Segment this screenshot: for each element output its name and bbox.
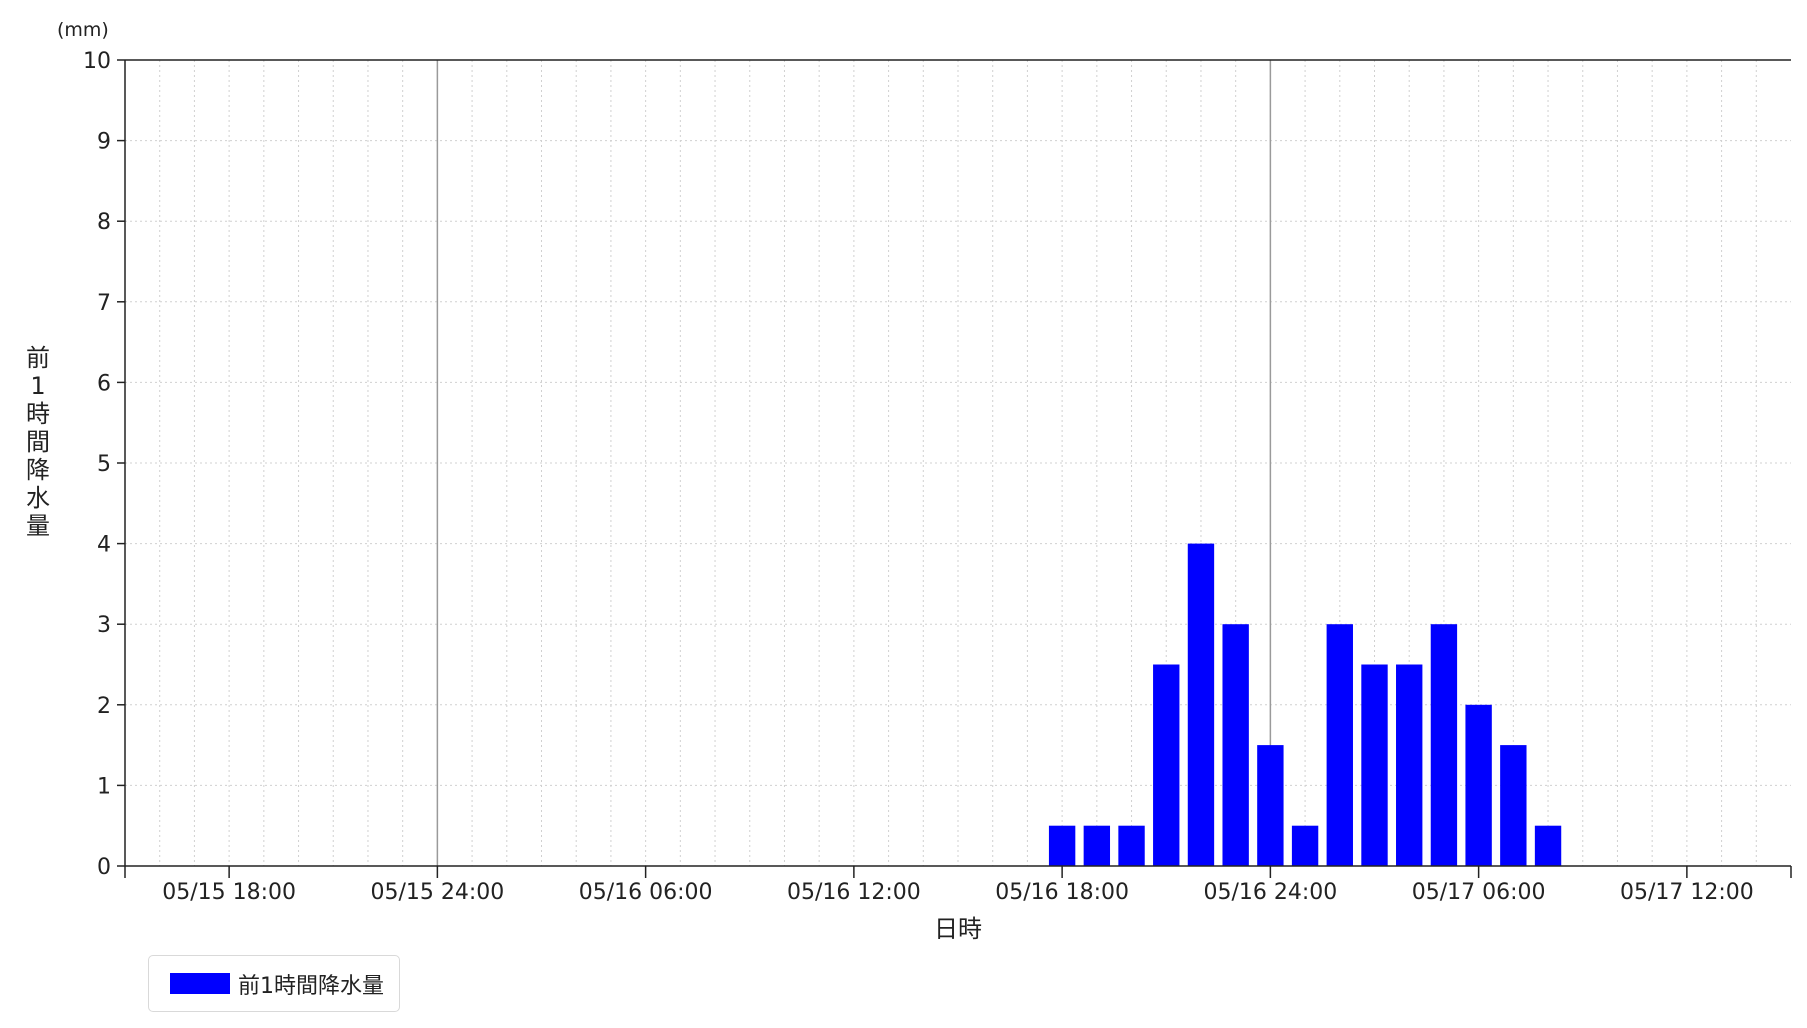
bar <box>1187 543 1215 866</box>
bar <box>1048 825 1076 866</box>
y-tick-label: 10 <box>83 49 111 74</box>
bar <box>1465 704 1492 866</box>
y-axis-title-char: 量 <box>26 512 50 540</box>
axes: 0 1 2 3 4 5 6 7 8 9 10 05/15 18:00 05/15 24:00 05/16 … <box>83 49 1792 905</box>
y-tick-label: 5 <box>97 452 111 477</box>
x-tick-label: 05/17 12:00 <box>1620 880 1754 905</box>
y-axis-title-char: 時 <box>26 400 50 428</box>
bar <box>1083 825 1111 866</box>
bar <box>1222 624 1249 866</box>
x-tick-label: 05/16 12:00 <box>787 880 921 905</box>
x-tick-label: 05/16 24:00 <box>1203 880 1337 905</box>
y-tick-label: 9 <box>97 130 111 155</box>
y-tick-label: 8 <box>97 210 111 235</box>
bar <box>1430 624 1458 866</box>
y-unit-label: (mm) <box>57 19 109 41</box>
y-tick-label: 4 <box>97 533 111 558</box>
bar <box>1396 664 1423 866</box>
bar <box>1534 825 1562 866</box>
grid <box>125 59 1791 866</box>
y-tick-label: 3 <box>97 613 111 638</box>
y-axis-title-char: 間 <box>26 428 50 456</box>
y-axis-title-char: 1 <box>30 372 45 400</box>
y-tick-label: 7 <box>97 291 111 316</box>
bar <box>1500 745 1527 866</box>
bar <box>1361 664 1388 866</box>
y-tick-label: 2 <box>97 694 111 719</box>
legend-label: 前1時間降水量 <box>238 973 384 999</box>
x-tick-label: 05/16 18:00 <box>995 880 1129 905</box>
legend-swatch <box>170 973 230 994</box>
bar <box>1326 624 1353 866</box>
bar <box>1257 745 1284 866</box>
x-tick-label: 05/15 24:00 <box>370 880 504 905</box>
rainfall-chart: 0 1 2 3 4 5 6 7 8 9 10 05/15 18:00 05/15 24:00 05/16 … <box>26 19 1792 943</box>
x-tick-label: 05/17 06:00 <box>1412 880 1546 905</box>
y-axis-title-char: 水 <box>26 484 50 512</box>
x-tick-label: 05/16 06:00 <box>579 880 713 905</box>
y-axis-title-char: 降 <box>26 456 50 484</box>
bar <box>1153 664 1180 866</box>
y-axis-title-char: 前 <box>26 344 50 372</box>
bar <box>1118 825 1145 866</box>
y-tick-label: 0 <box>97 855 111 880</box>
x-axis-title: 日時 <box>934 915 982 943</box>
legend: 前1時間降水量 <box>148 955 400 1012</box>
y-tick-label: 6 <box>97 371 111 396</box>
bar <box>1291 825 1319 866</box>
x-tick-label: 05/15 18:00 <box>162 880 296 905</box>
y-axis-title: 前1時間降水量 <box>26 344 50 540</box>
y-tick-label: 1 <box>97 774 111 799</box>
